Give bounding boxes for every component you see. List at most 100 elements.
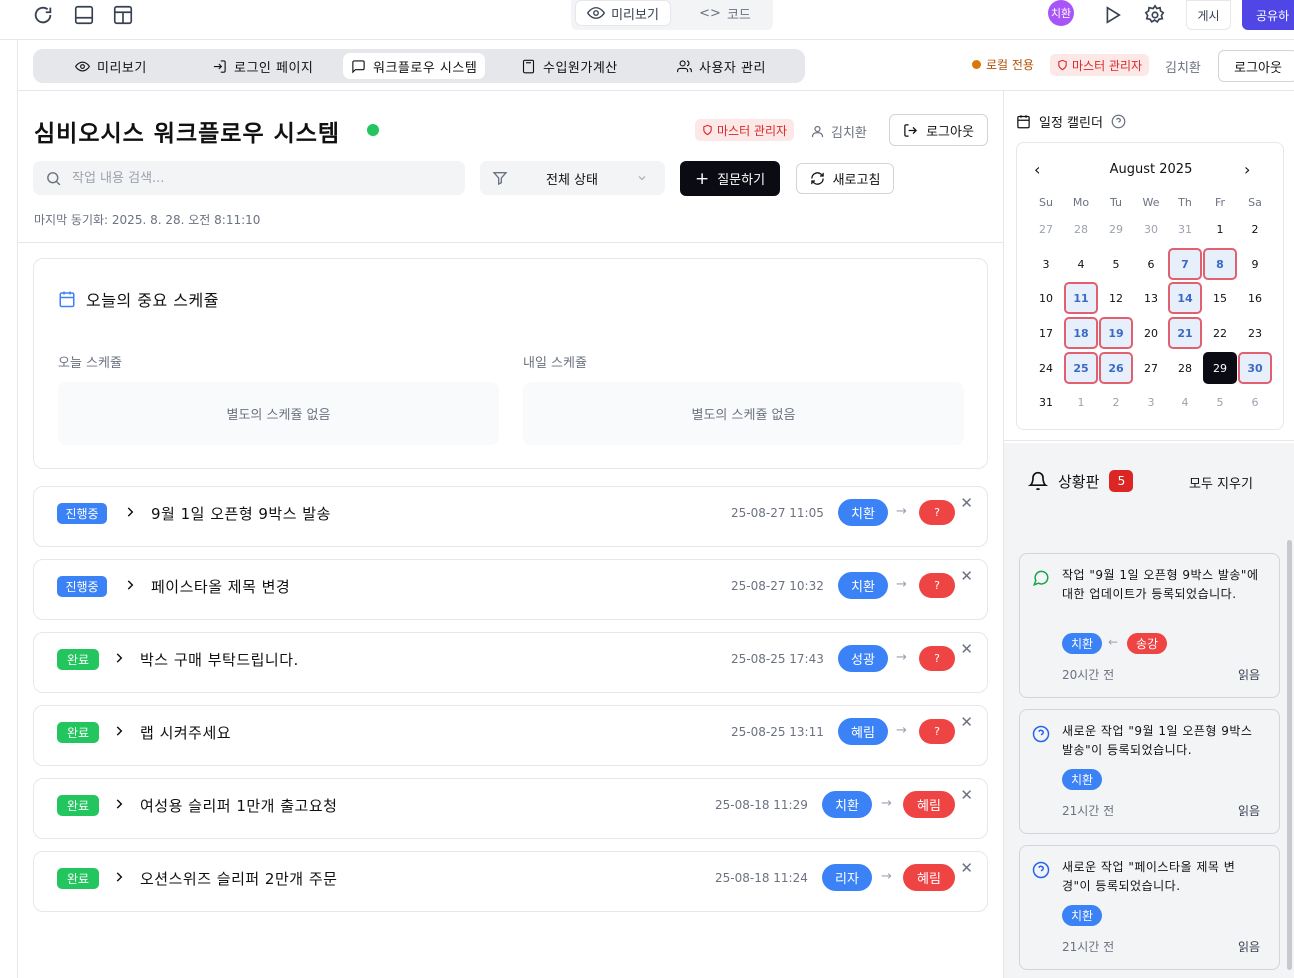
calendar-day[interactable]: 5 bbox=[1099, 248, 1133, 280]
read-button[interactable]: 읽음 bbox=[1238, 802, 1260, 819]
layout-panel-icon[interactable] bbox=[73, 4, 97, 28]
read-button[interactable]: 읽음 bbox=[1238, 666, 1260, 683]
task-row[interactable]: 완료 랩 시켜주세요 25-08-25 13:11 혜림 → ? ✕ bbox=[33, 705, 988, 766]
today-schedule-empty: 별도의 스케쥴 없음 bbox=[58, 382, 499, 445]
logout-button[interactable]: 로그아웃 bbox=[889, 114, 988, 146]
sender-pill: 치환 bbox=[1062, 769, 1103, 790]
calendar-day[interactable]: 28 bbox=[1168, 352, 1202, 384]
calendar-day[interactable]: 14 bbox=[1168, 282, 1202, 314]
notification-card[interactable]: 새로운 작업 "페이스타올 제목 변경"이 등록되었습니다. 치환 21시간 전… bbox=[1019, 845, 1280, 970]
calendar-day[interactable]: 2 bbox=[1099, 386, 1133, 418]
task-date: 25-08-25 17:43 bbox=[731, 652, 824, 666]
local-only-indicator: 로컬 전용 bbox=[972, 56, 1034, 73]
calendar-day[interactable]: 13 bbox=[1134, 282, 1168, 314]
notification-card[interactable]: 새로운 작업 "9월 1일 오픈형 9박스 발송"이 등록되었습니다. 치환 2… bbox=[1019, 709, 1280, 834]
chevron-right-icon[interactable] bbox=[112, 870, 126, 884]
refresh-button[interactable]: 새로고침 bbox=[796, 163, 894, 194]
calendar-day[interactable]: 23 bbox=[1238, 317, 1272, 349]
calendar-day[interactable]: 5 bbox=[1203, 386, 1237, 418]
chevron-right-icon[interactable] bbox=[123, 578, 137, 592]
calendar-day[interactable]: 26 bbox=[1099, 352, 1133, 384]
avatar[interactable]: 치환 bbox=[1048, 0, 1074, 26]
calendar-day[interactable]: 21 bbox=[1168, 317, 1202, 349]
read-button[interactable]: 읽음 bbox=[1238, 938, 1260, 955]
close-icon[interactable]: ✕ bbox=[960, 713, 973, 731]
notification-text: 작업 "9월 1일 오픈형 9박스 발송"에 대한 업데이트가 등록되었습니다. bbox=[1062, 568, 1259, 601]
calendar-day[interactable]: 30 bbox=[1238, 352, 1272, 384]
refresh-label: 새로고침 bbox=[832, 173, 881, 188]
calendar-day[interactable]: 22 bbox=[1203, 317, 1237, 349]
task-row[interactable]: 완료 오션스위즈 슬리퍼 2만개 주문 25-08-18 11:24 리자 → … bbox=[33, 851, 988, 912]
eye-icon bbox=[75, 61, 90, 71]
next-month-icon[interactable]: › bbox=[1244, 160, 1250, 179]
share-button[interactable]: 공유하 bbox=[1242, 0, 1294, 30]
calendar-day[interactable]: 3 bbox=[1029, 248, 1063, 280]
preview-button[interactable]: 미리보기 bbox=[575, 0, 671, 26]
calendar-day[interactable]: 16 bbox=[1238, 282, 1272, 314]
calendar-day[interactable]: 28 bbox=[1064, 213, 1098, 245]
code-button[interactable]: <> 코드 bbox=[681, 0, 769, 26]
task-row[interactable]: 진행중 페이스타올 제목 변경 25-08-27 10:32 치환 → ? ✕ bbox=[33, 559, 988, 620]
calendar-day[interactable]: 7 bbox=[1168, 248, 1202, 280]
calendar-day[interactable]: 12 bbox=[1099, 282, 1133, 314]
calendar-day-today[interactable]: 29 bbox=[1203, 352, 1237, 384]
chevron-right-icon[interactable] bbox=[123, 505, 137, 519]
help-icon[interactable] bbox=[1111, 114, 1126, 129]
calendar-day[interactable]: 10 bbox=[1029, 282, 1063, 314]
calendar-day[interactable]: 31 bbox=[1029, 386, 1063, 418]
post-button[interactable]: 게시 bbox=[1186, 0, 1231, 30]
search-input[interactable] bbox=[72, 170, 442, 186]
layout-split-icon[interactable] bbox=[112, 4, 136, 28]
calendar-day[interactable]: 27 bbox=[1134, 352, 1168, 384]
status-filter-select[interactable]: 전체 상태 bbox=[480, 161, 665, 195]
master-admin-badge: 마스터 관리자 bbox=[695, 119, 795, 141]
chevron-right-icon[interactable] bbox=[112, 724, 126, 738]
nav-item-users[interactable]: 사용자 관리 bbox=[669, 53, 774, 79]
refresh-icon[interactable] bbox=[32, 4, 56, 28]
nav-item-workflow[interactable]: 워크플로우 시스템 bbox=[343, 53, 486, 79]
task-row[interactable]: 완료 여성용 슬리퍼 1만개 출고요청 25-08-18 11:29 치환 → … bbox=[33, 778, 988, 839]
chevron-right-icon[interactable] bbox=[112, 797, 126, 811]
clear-all-button[interactable]: 모두 지우기 bbox=[1189, 473, 1253, 492]
calendar-day[interactable]: 19 bbox=[1099, 317, 1133, 349]
calendar-day[interactable]: 4 bbox=[1064, 248, 1098, 280]
close-icon[interactable]: ✕ bbox=[960, 640, 973, 658]
calendar-day[interactable]: 25 bbox=[1064, 352, 1098, 384]
calendar-day[interactable]: 24 bbox=[1029, 352, 1063, 384]
close-icon[interactable]: ✕ bbox=[960, 859, 973, 877]
scrollbar[interactable] bbox=[1287, 540, 1292, 970]
close-icon[interactable]: ✕ bbox=[960, 567, 973, 585]
calendar-day[interactable]: 4 bbox=[1168, 386, 1202, 418]
calendar-day[interactable]: 20 bbox=[1134, 317, 1168, 349]
nav-item-login[interactable]: 로그인 페이지 bbox=[204, 53, 321, 79]
calendar-day[interactable]: 2 bbox=[1238, 213, 1272, 245]
calendar-day[interactable]: 6 bbox=[1134, 248, 1168, 280]
gear-icon[interactable] bbox=[1144, 4, 1168, 28]
calendar-day[interactable]: 15 bbox=[1203, 282, 1237, 314]
task-row[interactable]: 진행중 9월 1일 오픈형 9박스 발송 25-08-27 11:05 치환 →… bbox=[33, 486, 988, 547]
calendar-day[interactable]: 29 bbox=[1099, 213, 1133, 245]
logout-button[interactable]: 로그아웃 bbox=[1218, 50, 1294, 82]
assignee-from: 치환 bbox=[822, 791, 872, 818]
calendar-day[interactable]: 1 bbox=[1064, 386, 1098, 418]
close-icon[interactable]: ✕ bbox=[960, 786, 973, 804]
calendar-day[interactable]: 30 bbox=[1134, 213, 1168, 245]
task-row[interactable]: 완료 박스 구매 부탁드립니다. 25-08-25 17:43 성광 → ? ✕ bbox=[33, 632, 988, 693]
play-icon[interactable] bbox=[1101, 4, 1125, 28]
nav-item-cost-calc[interactable]: 수입원가계산 bbox=[513, 53, 626, 79]
calendar-day[interactable]: 8 bbox=[1203, 248, 1237, 280]
ask-question-button[interactable]: + 질문하기 bbox=[680, 161, 780, 196]
nav-item-preview[interactable]: 미리보기 bbox=[67, 53, 155, 79]
calendar-day[interactable]: 27 bbox=[1029, 213, 1063, 245]
calendar-day[interactable]: 6 bbox=[1238, 386, 1272, 418]
calendar-day[interactable]: 18 bbox=[1064, 317, 1098, 349]
calendar-day[interactable]: 9 bbox=[1238, 248, 1272, 280]
calendar-day[interactable]: 17 bbox=[1029, 317, 1063, 349]
chevron-right-icon[interactable] bbox=[112, 651, 126, 665]
calendar-day[interactable]: 3 bbox=[1134, 386, 1168, 418]
notification-card[interactable]: 작업 "9월 1일 오픈형 9박스 발송"에 대한 업데이트가 등록되었습니다.… bbox=[1019, 553, 1280, 698]
close-icon[interactable]: ✕ bbox=[960, 494, 973, 512]
calendar-day[interactable]: 11 bbox=[1064, 282, 1098, 314]
calendar-day[interactable]: 31 bbox=[1168, 213, 1202, 245]
calendar-day[interactable]: 1 bbox=[1203, 213, 1237, 245]
